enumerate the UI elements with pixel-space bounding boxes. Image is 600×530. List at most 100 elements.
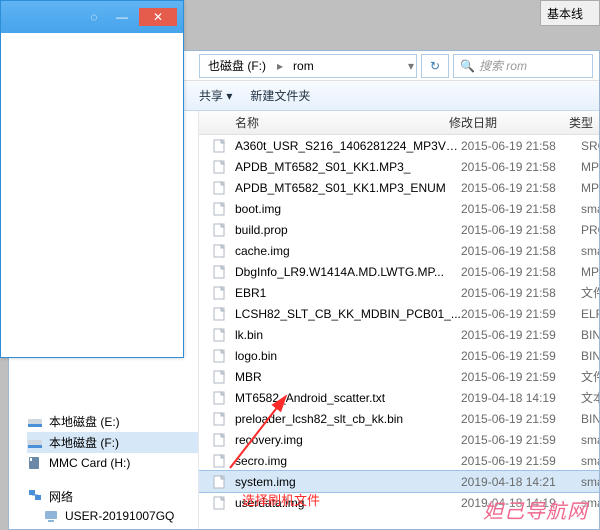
file-name: A360t_USR_S216_1406281224_MP3V1... [235,139,461,153]
file-type: smart [581,454,599,468]
chevron-right-icon: ▸ [275,59,285,73]
col-date[interactable]: 修改日期 [449,114,569,131]
file-name: recovery.img [235,433,461,447]
breadcrumb-seg-folder[interactable]: rom [285,55,323,77]
file-name: system.img [235,475,461,489]
file-row[interactable]: system.img2019-04-18 14:21smart [199,471,599,492]
file-icon [211,390,227,406]
file-row[interactable]: APDB_MT6582_S01_KK1.MP3_2015-06-19 21:58… [199,156,599,177]
computer-icon [43,508,59,524]
refresh-button[interactable]: ↻ [421,54,449,78]
file-name: LCSH82_SLT_CB_KK_MDBIN_PCB01_... [235,307,461,321]
file-row[interactable]: logo.bin2015-06-19 21:59BIN 文 [199,345,599,366]
file-type: ELF 文 [581,305,599,322]
file-type: smart [581,475,599,489]
nav-network[interactable]: 网络 [27,487,198,506]
breadcrumb-seg-folder-label: rom [293,59,314,73]
file-name: APDB_MT6582_S01_KK1.MP3_ENUM [235,181,461,195]
file-date: 2015-06-19 21:59 [461,412,581,426]
file-type: 文件 [581,368,599,385]
file-row[interactable]: cache.img2015-06-19 21:58smart [199,240,599,261]
file-date: 2019-04-18 14:19 [461,391,581,405]
file-row[interactable]: lk.bin2015-06-19 21:59BIN 文 [199,324,599,345]
close-button[interactable]: ✕ [139,8,177,26]
search-input[interactable]: 🔍 搜索 rom [453,54,593,78]
annotation-label: 选择刷机文件 [242,490,320,509]
file-row[interactable]: APDB_MT6582_S01_KK1.MP3_ENUM2015-06-19 2… [199,177,599,198]
file-icon [211,369,227,385]
file-type: smart [581,433,599,447]
file-row[interactable]: MT6582_Android_scatter.txt2019-04-18 14:… [199,387,599,408]
file-row[interactable]: DbgInfo_LR9.W1414A.MD.LWTG.MP...2015-06-… [199,261,599,282]
file-list-pane: 名称 修改日期 类型 A360t_USR_S216_1406281224_MP3… [199,111,599,529]
bubble-button[interactable]: ◌ [83,8,105,26]
breadcrumb-bar[interactable]: 也磁盘 (F:) ▸ rom ▾ [199,54,417,78]
nav-drive-f[interactable]: 本地磁盘 (F:) [27,432,198,453]
file-date: 2015-06-19 21:59 [461,307,581,321]
file-icon [211,453,227,469]
file-date: 2015-06-19 21:58 [461,286,581,300]
breadcrumb-seg-drive[interactable]: 也磁盘 (F:) [200,55,275,77]
file-row[interactable]: A360t_USR_S216_1406281224_MP3V1...2015-0… [199,135,599,156]
file-date: 2015-06-19 21:59 [461,454,581,468]
watermark: 妲己导航网 [483,495,588,524]
minimize-button[interactable]: — [111,8,133,26]
file-date: 2015-06-19 21:59 [461,370,581,384]
chevron-down-icon[interactable]: ▾ [406,59,416,73]
file-row[interactable]: EBR12015-06-19 21:58文件 [199,282,599,303]
file-icon [211,306,227,322]
file-date: 2015-06-19 21:58 [461,202,581,216]
file-date: 2015-06-19 21:59 [461,433,581,447]
nav-mmc-label: MMC Card (H:) [49,456,130,470]
nav-drive-e-label: 本地磁盘 (E:) [49,413,120,430]
column-headers: 名称 修改日期 类型 [199,111,599,135]
panel-label: 基本线 [547,5,583,22]
file-name: cache.img [235,244,461,258]
file-row[interactable]: LCSH82_SLT_CB_KK_MDBIN_PCB01_...2015-06-… [199,303,599,324]
file-icon [211,201,227,217]
file-icon [211,222,227,238]
new-folder-button[interactable]: 新建文件夹 [250,87,310,104]
nav-drive-e[interactable]: 本地磁盘 (E:) [27,411,198,432]
file-row[interactable]: secro.img2015-06-19 21:59smart [199,450,599,471]
file-icon [211,264,227,280]
file-row[interactable]: recovery.img2015-06-19 21:59smart [199,429,599,450]
file-name: build.prop [235,223,461,237]
file-row[interactable]: MBR2015-06-19 21:59文件 [199,366,599,387]
nav-network-computer-label: USER-20191007GQ [65,509,174,523]
file-type: 文件 [581,284,599,301]
file-type: SRC 文 [581,137,599,154]
file-date: 2015-06-19 21:58 [461,160,581,174]
file-type: BIN 文 [581,326,599,343]
file-icon [211,432,227,448]
file-type: smart [581,202,599,216]
file-list[interactable]: A360t_USR_S216_1406281224_MP3V1...2015-0… [199,135,599,529]
network-icon [27,487,43,506]
file-date: 2015-06-19 21:58 [461,223,581,237]
nav-network-group: 网络 USER-20191007GQ [27,487,198,526]
file-icon [211,411,227,427]
nav-network-label: 网络 [49,488,73,505]
file-name: APDB_MT6582_S01_KK1.MP3_ [235,160,461,174]
file-date: 2015-06-19 21:59 [461,328,581,342]
file-name: DbgInfo_LR9.W1414A.MD.LWTG.MP... [235,265,461,279]
file-type: PROP [581,223,599,237]
file-icon [211,474,227,490]
nav-drive-f-label: 本地磁盘 (F:) [49,434,119,451]
col-name[interactable]: 名称 [199,114,449,131]
col-type[interactable]: 类型 [569,114,599,131]
file-name: boot.img [235,202,461,216]
file-row[interactable]: build.prop2015-06-19 21:58PROP [199,219,599,240]
share-menu[interactable]: 共享 ▾ [199,87,232,104]
file-row[interactable]: preloader_lcsh82_slt_cb_kk.bin2015-06-19… [199,408,599,429]
floating-body [1,33,183,357]
file-icon [211,159,227,175]
file-date: 2019-04-18 14:21 [461,475,581,489]
file-name: lk.bin [235,328,461,342]
nav-network-computer[interactable]: USER-20191007GQ [27,506,198,526]
nav-mmc-card[interactable]: MMC Card (H:) [27,453,198,473]
drive-icon [27,435,43,451]
search-icon: 🔍 [460,59,475,73]
file-row[interactable]: boot.img2015-06-19 21:58smart [199,198,599,219]
file-name: preloader_lcsh82_slt_cb_kk.bin [235,412,461,426]
